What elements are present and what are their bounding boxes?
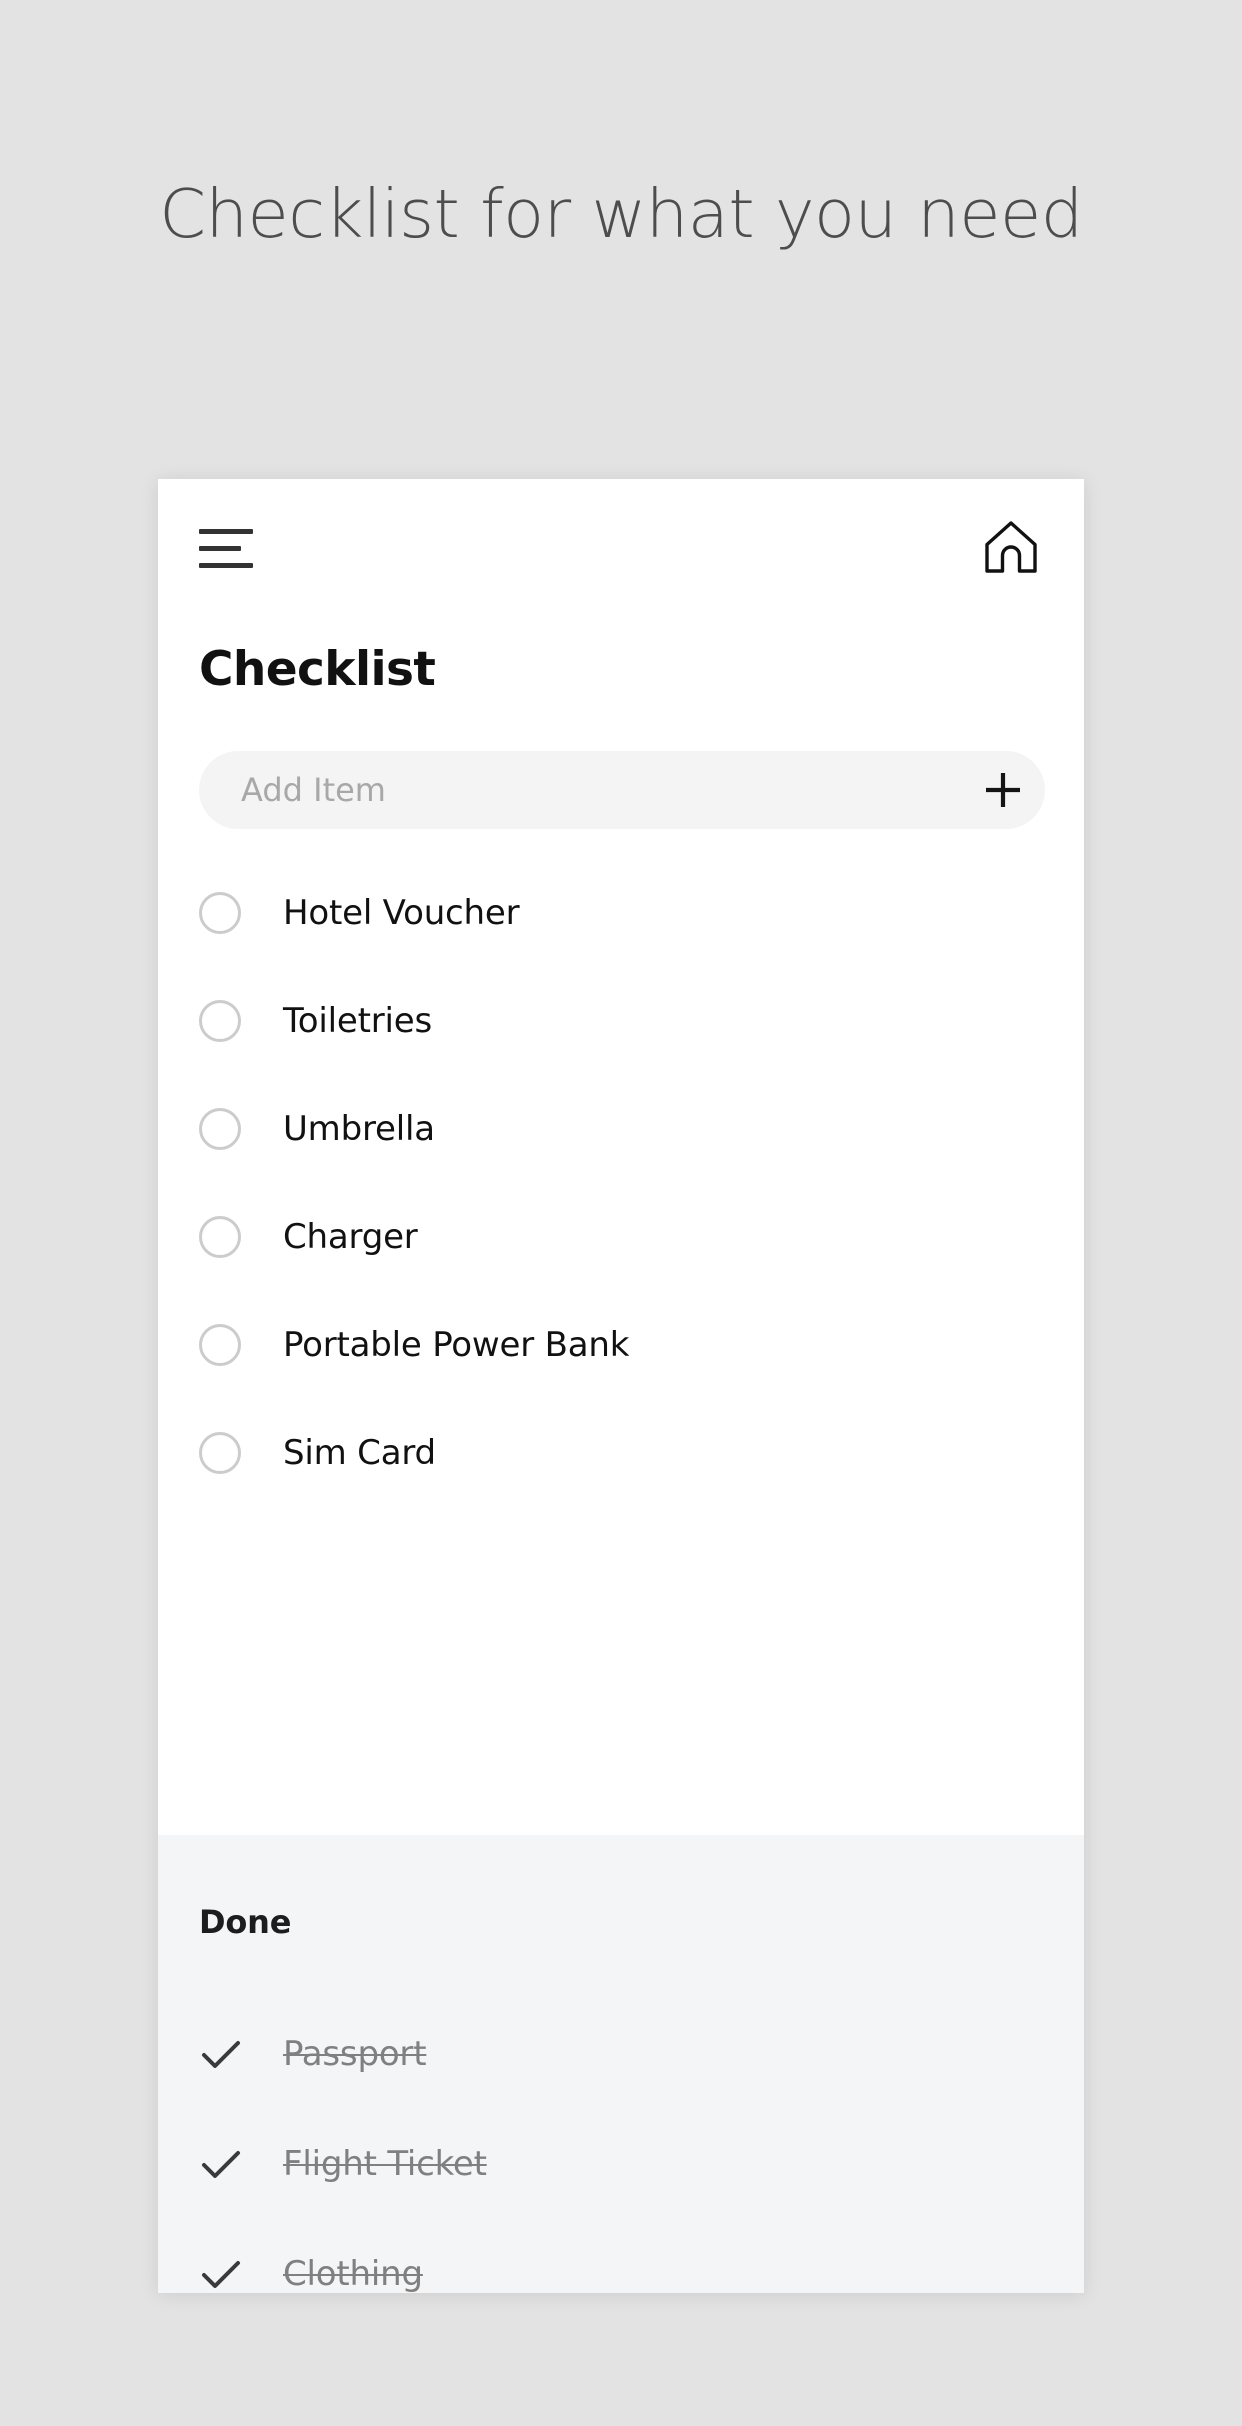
todo-list-item[interactable]: Toiletries — [158, 967, 1084, 1075]
done-item-label: Clothing — [283, 2254, 423, 2293]
done-item-label: Passport — [283, 2034, 427, 2074]
todo-item-label: Hotel Voucher — [283, 893, 520, 933]
done-list-item[interactable]: Passport — [158, 1999, 1084, 2109]
plus-icon — [981, 768, 1025, 812]
done-heading: Done — [199, 1903, 292, 1941]
check-icon[interactable] — [199, 2032, 243, 2076]
todo-item-label: Umbrella — [283, 1109, 435, 1149]
done-item-label: Flight Ticket — [283, 2144, 487, 2184]
todo-list-item[interactable]: Hotel Voucher — [158, 859, 1084, 967]
page-title: Checklist for what you need — [159, 175, 1083, 253]
hamburger-menu-icon[interactable] — [199, 529, 253, 573]
hamburger-line-top — [199, 529, 253, 534]
checkbox-empty-icon[interactable] — [199, 1432, 241, 1474]
add-item-button[interactable] — [961, 751, 1045, 829]
screen-title: Checklist — [199, 642, 436, 697]
add-item-row — [199, 750, 1045, 830]
todo-list-item[interactable]: Umbrella — [158, 1075, 1084, 1183]
todo-list: Hotel Voucher Toiletries Umbrella Charge… — [158, 859, 1084, 1507]
check-icon[interactable] — [199, 2252, 243, 2293]
todo-list-item[interactable]: Charger — [158, 1183, 1084, 1291]
hamburger-line-middle — [199, 546, 241, 551]
checkbox-empty-icon[interactable] — [199, 892, 241, 934]
todo-item-label: Charger — [283, 1217, 418, 1257]
todo-item-label: Portable Power Bank — [283, 1325, 630, 1365]
checkbox-empty-icon[interactable] — [199, 1324, 241, 1366]
check-icon[interactable] — [199, 2142, 243, 2186]
checkbox-empty-icon[interactable] — [199, 1000, 241, 1042]
todo-list-item[interactable]: Sim Card — [158, 1399, 1084, 1507]
checkbox-empty-icon[interactable] — [199, 1108, 241, 1150]
add-item-input[interactable] — [199, 750, 961, 830]
home-icon[interactable] — [980, 517, 1042, 579]
todo-item-label: Toiletries — [283, 1001, 432, 1041]
checkbox-empty-icon[interactable] — [199, 1216, 241, 1258]
done-list: Passport Flight Ticket Clothing — [158, 1999, 1084, 2293]
done-section: Done Passport Flight Ticket Clothing — [158, 1835, 1084, 2293]
todo-list-item[interactable]: Portable Power Bank — [158, 1291, 1084, 1399]
done-list-item[interactable]: Clothing — [158, 2219, 1084, 2293]
hamburger-line-bottom — [199, 563, 253, 568]
done-list-item[interactable]: Flight Ticket — [158, 2109, 1084, 2219]
phone-card: Checklist Hotel Voucher Toiletries Umbre… — [158, 479, 1084, 2293]
app-bar — [158, 479, 1084, 619]
todo-item-label: Sim Card — [283, 1433, 436, 1473]
